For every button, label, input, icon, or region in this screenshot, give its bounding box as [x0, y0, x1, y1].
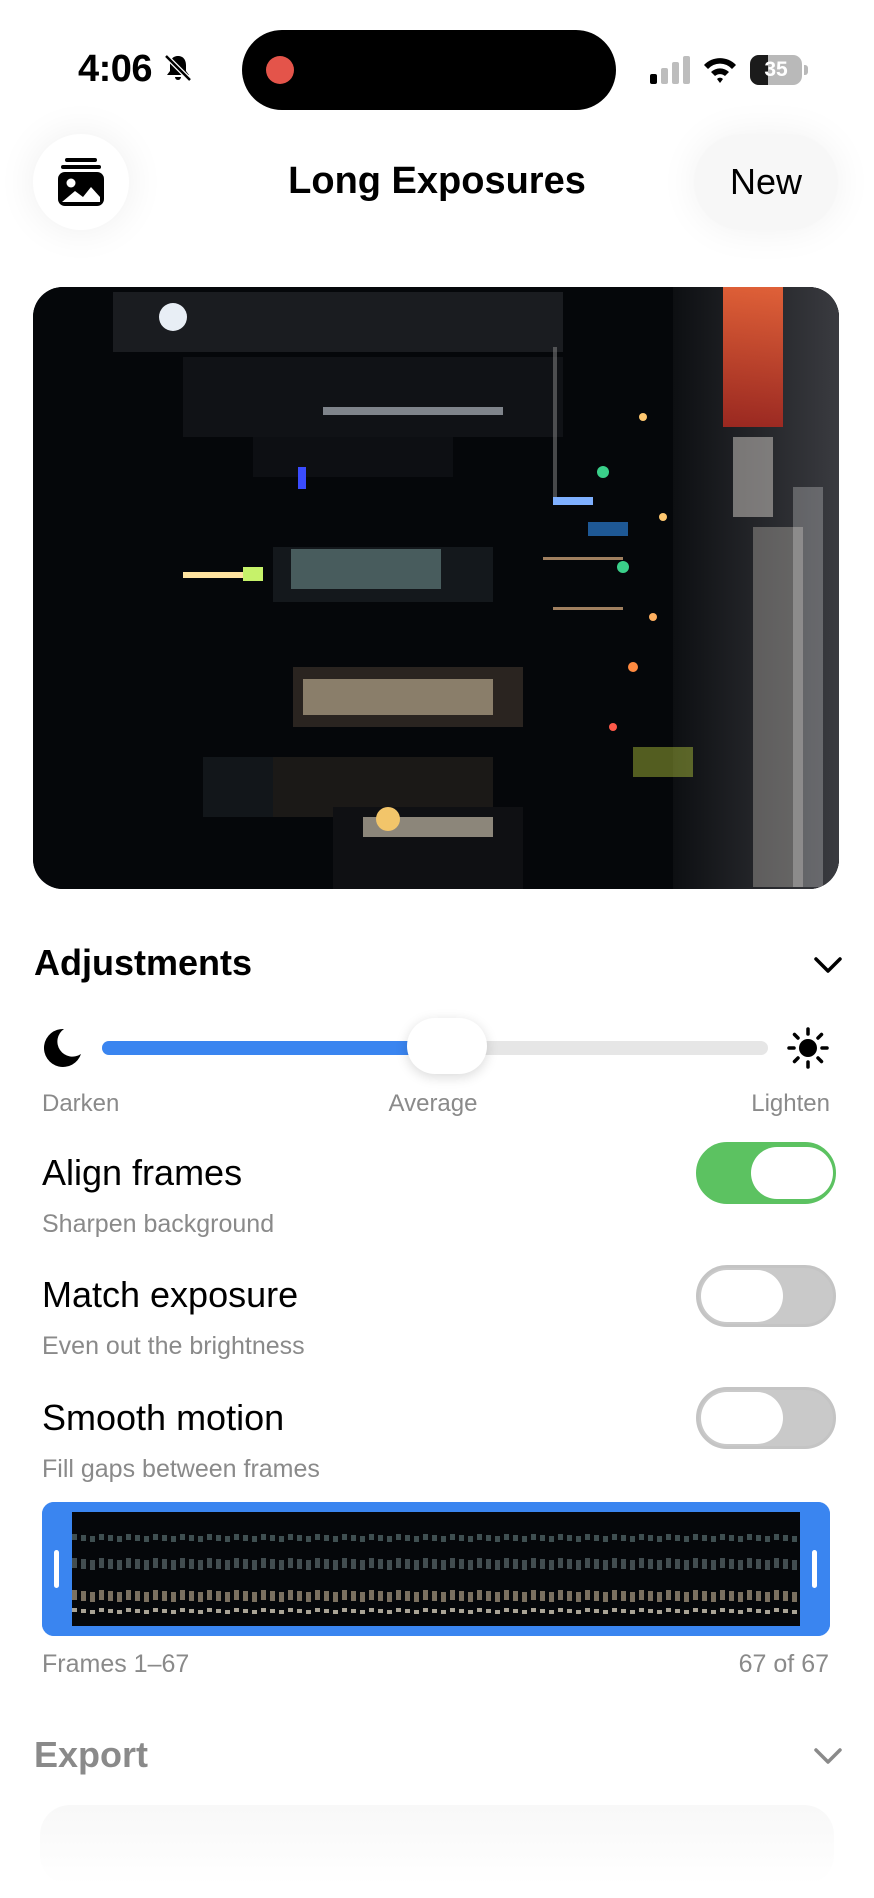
- chevron-down-icon[interactable]: [813, 955, 843, 975]
- status-time: 4:06: [78, 48, 153, 90]
- smooth-motion-title: Smooth motion: [42, 1397, 285, 1438]
- frame-filmstrip: [72, 1512, 800, 1626]
- sun-icon: [787, 1027, 829, 1069]
- adjustments-title: Adjustments: [34, 942, 253, 983]
- range-end-handle[interactable]: [800, 1502, 830, 1636]
- long-exposure-preview: [33, 287, 839, 889]
- export-title: Export: [34, 1734, 149, 1775]
- frame-count-label: 67 of 67: [738, 1650, 829, 1678]
- battery-icon: 35: [750, 55, 808, 85]
- match-exposure-title: Match exposure: [42, 1274, 299, 1315]
- align-frames-subtitle: Sharpen background: [42, 1210, 275, 1238]
- new-button[interactable]: New: [694, 134, 838, 230]
- smooth-motion-toggle[interactable]: [696, 1387, 836, 1449]
- frame-range-selector[interactable]: [42, 1502, 830, 1636]
- match-exposure-toggle[interactable]: [696, 1265, 836, 1327]
- wifi-icon: [704, 58, 736, 83]
- match-exposure-subtitle: Even out the brightness: [42, 1332, 305, 1360]
- align-frames-toggle[interactable]: [696, 1142, 836, 1204]
- cellular-signal-icon: [650, 56, 690, 84]
- night-city-photo: [33, 287, 839, 889]
- slider-thumb[interactable]: [407, 1018, 487, 1074]
- slider-fill: [102, 1041, 435, 1055]
- frame-range-label: Frames 1–67: [42, 1650, 190, 1678]
- lighten-label: Lighten: [751, 1090, 830, 1117]
- recording-dot-icon: [266, 56, 294, 84]
- bell-slash-icon: [164, 54, 192, 82]
- blend-mode-slider[interactable]: [102, 1018, 768, 1074]
- range-start-handle[interactable]: [42, 1502, 72, 1636]
- average-label: Average: [388, 1090, 478, 1117]
- align-frames-title: Align frames: [42, 1152, 243, 1193]
- export-options-card: [40, 1805, 834, 1885]
- dynamic-island: [242, 30, 616, 110]
- battery-percent: 35: [764, 58, 788, 81]
- chevron-down-icon[interactable]: [813, 1746, 843, 1766]
- moon-icon: [43, 1028, 81, 1067]
- smooth-motion-subtitle: Fill gaps between frames: [42, 1455, 320, 1483]
